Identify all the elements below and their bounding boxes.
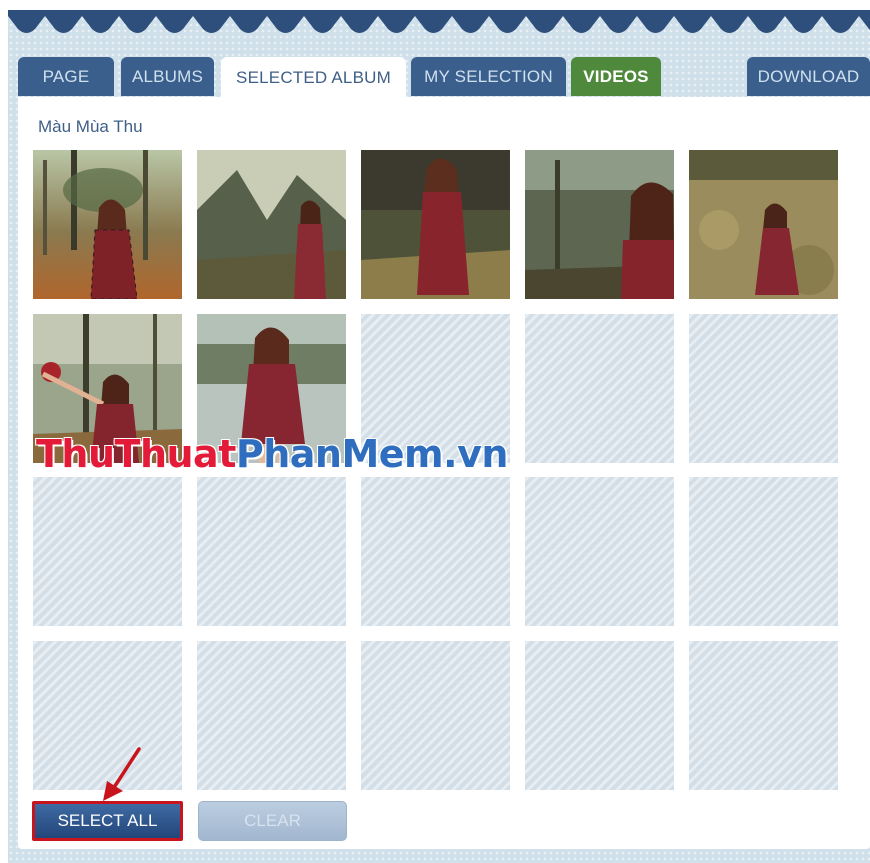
select-all-button[interactable]: SELECT ALL — [32, 801, 183, 841]
tab-download[interactable]: DOWNLOAD — [747, 57, 870, 96]
empty-slot — [361, 477, 510, 626]
empty-slot — [197, 641, 346, 790]
tab-label: VIDEOS — [583, 66, 649, 86]
clear-button[interactable]: CLEAR — [198, 801, 347, 841]
tab-label: ALBUMS — [131, 66, 204, 86]
decorative-zigzag-border — [8, 10, 870, 42]
watermark-part2: PhanMem.vn — [235, 432, 509, 476]
empty-slot — [689, 477, 838, 626]
empty-slot — [525, 314, 674, 463]
tab-label: DOWNLOAD — [757, 66, 860, 86]
empty-slot — [197, 477, 346, 626]
tab-bar: PAGE ALBUMS SELECTED ALBUM MY SELECTION … — [18, 57, 870, 99]
tab-label: MY SELECTION — [424, 66, 553, 86]
empty-slot — [689, 641, 838, 790]
tab-page[interactable]: PAGE — [18, 57, 114, 96]
empty-slot — [525, 477, 674, 626]
tab-label: PAGE — [42, 66, 90, 86]
photo-thumbnail[interactable] — [525, 150, 674, 299]
red-arrow-icon — [103, 747, 141, 801]
watermark-part1: ThuThuat — [36, 432, 236, 476]
tab-my-selection[interactable]: MY SELECTION — [411, 57, 566, 96]
empty-slot — [361, 641, 510, 790]
photo-thumbnail[interactable] — [33, 150, 182, 299]
tab-label: SELECTED ALBUM — [236, 68, 391, 87]
photo-thumbnail[interactable] — [361, 150, 510, 299]
tab-albums[interactable]: ALBUMS — [121, 57, 214, 96]
empty-slot — [689, 314, 838, 463]
photo-thumbnail[interactable] — [689, 150, 838, 299]
photo-thumbnail[interactable] — [197, 150, 346, 299]
empty-slot — [525, 641, 674, 790]
watermark: ThuThuatPhanMem.vn — [36, 432, 508, 476]
album-title: Màu Mùa Thu — [38, 117, 143, 136]
tab-videos[interactable]: VIDEOS — [571, 57, 661, 96]
empty-slot — [33, 477, 182, 626]
tab-selected-album[interactable]: SELECTED ALBUM — [221, 57, 406, 99]
